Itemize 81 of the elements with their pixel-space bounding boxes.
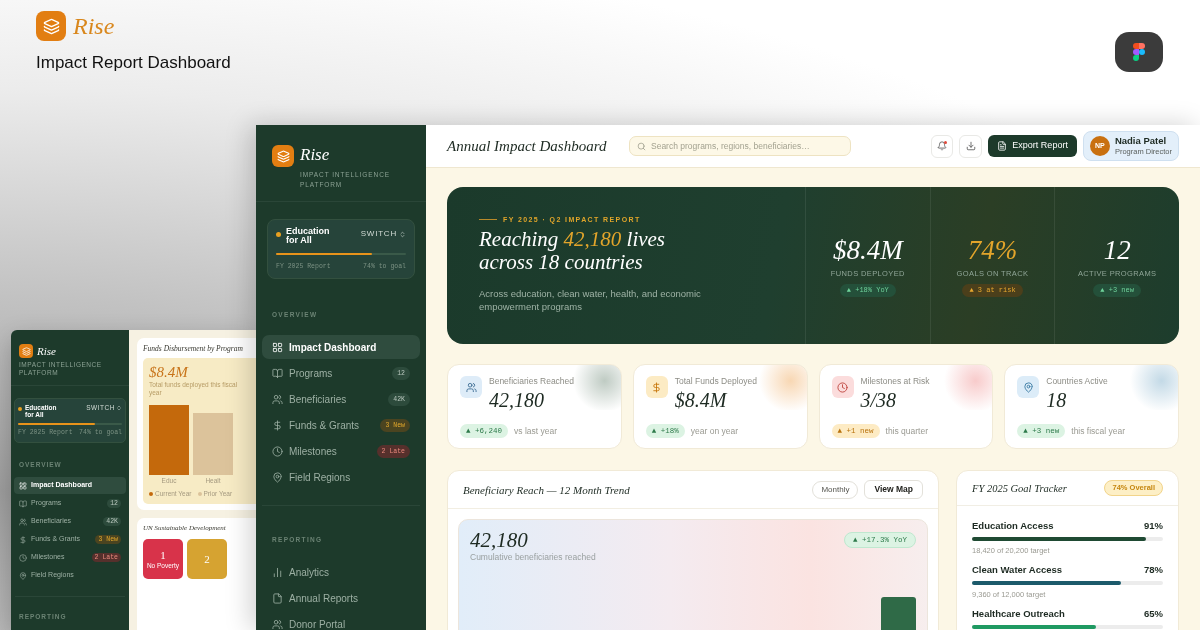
dollar-icon	[645, 376, 668, 398]
stat-label: Total Funds Deployed	[674, 376, 757, 387]
people-icon	[460, 376, 482, 398]
brand-name: Rise	[300, 145, 330, 165]
bar-chart-icon	[272, 566, 283, 578]
search-input[interactable]: Search programs, regions, beneficiaries…	[651, 139, 843, 153]
clock-icon	[272, 445, 283, 457]
people-icon	[272, 393, 283, 405]
metric-value: 74%	[967, 234, 1018, 265]
view-map-button[interactable]: View Map	[864, 480, 923, 499]
stat-note: this quarter	[885, 425, 929, 437]
hero-description: Across education, clean water, health, and economic empowerment programs	[479, 287, 702, 313]
program-name: Education for All	[286, 227, 331, 245]
stat-label: Milestones at Risk	[860, 376, 930, 387]
export-report-button[interactable]: Export Report	[988, 135, 1077, 157]
goal-name: Healthcare Outreach	[972, 608, 1065, 620]
download-icon	[965, 141, 976, 151]
people-icon	[272, 618, 283, 630]
metric-value: $8.4M	[832, 234, 903, 265]
chart-bar	[149, 405, 189, 475]
page-title: Annual Impact Dashboard	[447, 137, 607, 155]
notifications-button[interactable]	[931, 134, 954, 158]
stat-label: Countries Active	[1046, 376, 1108, 387]
book-icon	[19, 499, 27, 508]
goal-name: Education Access	[972, 520, 1054, 532]
chart-bar	[193, 413, 233, 475]
stat-note: vs last year	[514, 425, 557, 437]
goal-number: 1	[160, 548, 166, 562]
stat-label: Beneficiaries Reached	[489, 376, 575, 387]
goal-number: 2	[204, 552, 210, 566]
clock-icon	[831, 376, 854, 398]
up-down-chevron-icon	[116, 405, 122, 411]
nav-item[interactable]: Impact Dashboard	[262, 335, 420, 359]
map-pin-icon	[1017, 376, 1040, 398]
search-field[interactable]: Search programs, regions, beneficiaries…	[629, 136, 851, 156]
trend-caption: Cumulative beneficiaries reached	[470, 552, 596, 563]
funds-value: $8.4M	[149, 364, 188, 381]
clock-icon	[19, 553, 27, 562]
nav-item[interactable]: Donor Portal	[262, 612, 420, 630]
stat-value: 3/38	[860, 389, 897, 411]
goal-percent: 78%	[1144, 564, 1163, 576]
map-pin-icon	[272, 471, 283, 483]
book-icon	[272, 367, 283, 379]
bell-icon	[937, 141, 948, 151]
grid-icon	[19, 481, 27, 490]
period-button[interactable]: Monthly	[812, 480, 859, 499]
search-icon	[637, 141, 646, 151]
up-down-chevron-icon	[399, 230, 406, 238]
stat-note: this fiscal year	[1071, 425, 1126, 437]
document-icon	[997, 141, 1008, 151]
layers-logo-icon	[19, 344, 33, 358]
metric-value: 12	[1103, 234, 1131, 265]
document-icon	[272, 592, 283, 604]
page-heading: Impact Report Dashboard	[36, 53, 231, 73]
layers-logo-icon	[272, 145, 294, 167]
stat-note: year on year	[690, 425, 738, 437]
nav-item[interactable]: Annual Reports	[262, 586, 420, 610]
download-button[interactable]	[959, 134, 983, 158]
goal-name: Clean Water Access	[972, 564, 1063, 576]
stat-value: 42,180	[489, 389, 544, 411]
map-pin-icon	[19, 571, 27, 580]
grid-icon	[272, 341, 283, 353]
nav-item[interactable]: Field Regions	[262, 465, 420, 489]
brand-name: Rise	[37, 344, 56, 358]
dollar-icon	[272, 419, 283, 431]
stat-value: $8.4M	[674, 389, 727, 411]
goal-percent: 91%	[1144, 520, 1163, 532]
stat-value: 18	[1046, 389, 1067, 411]
brand-name: Rise	[73, 12, 115, 40]
hero-headline: Reaching 42,180 lives across 18 countries	[479, 228, 667, 274]
people-icon	[19, 517, 27, 526]
layers-logo-icon	[36, 11, 66, 41]
app-logo-icon	[1115, 32, 1163, 72]
nav-item[interactable]: Analytics	[262, 560, 420, 584]
card-title: FY 2025 Goal Tracker	[972, 481, 1067, 495]
user-name: Nadia Patel	[1114, 135, 1167, 147]
goal-percent: 65%	[1144, 608, 1163, 620]
dollar-icon	[19, 535, 27, 544]
card-title: Beneficiary Reach — 12 Month Trend	[463, 482, 630, 497]
trend-value: 42,180	[470, 529, 528, 552]
switch-button[interactable]: SWITCH	[360, 229, 406, 239]
